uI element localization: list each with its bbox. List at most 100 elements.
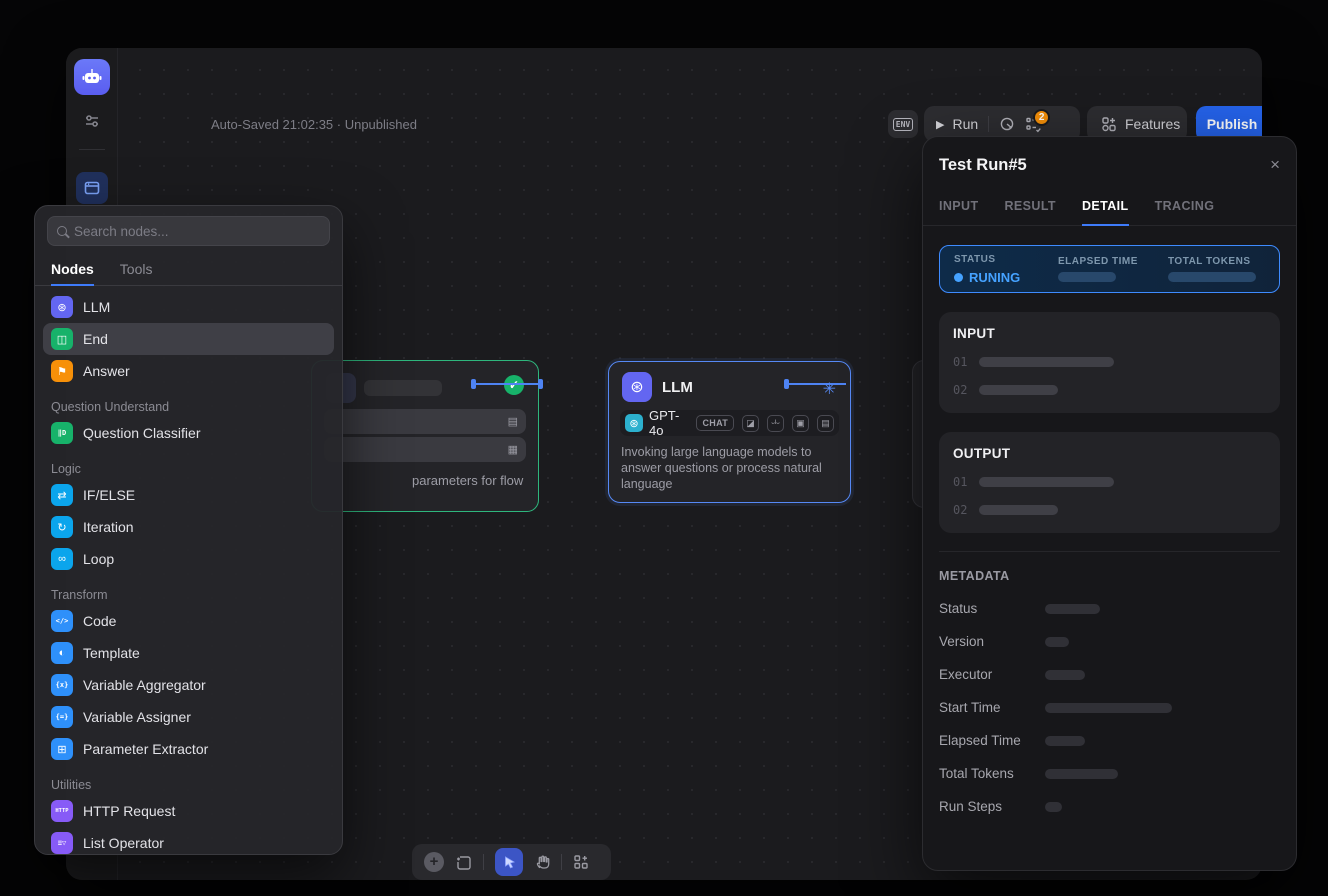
start-input-field[interactable]: ▦: [324, 437, 526, 462]
input-row: 02: [953, 383, 1266, 397]
workflow-settings-icon[interactable]: [84, 113, 100, 129]
audio-icon: ᵕᴵᵕ: [767, 415, 784, 432]
field-type-icon: ▤: [508, 415, 518, 428]
start-node-title-skeleton: [364, 380, 442, 396]
metadata-row: Elapsed Time: [923, 733, 1296, 748]
node-selector-panel: Nodes Tools ⊛ LLM ◫ End ⚑ Answer Questio…: [34, 205, 343, 855]
node-item-loop[interactable]: ∞ Loop: [43, 543, 334, 575]
template-icon: ◐: [51, 642, 73, 664]
env-button[interactable]: ENV: [888, 110, 918, 138]
success-check-icon: ✓: [504, 375, 524, 395]
divider: [988, 116, 989, 132]
value-skeleton: [1045, 703, 1172, 713]
search-icon: [57, 226, 67, 236]
publish-label: Publish: [1207, 116, 1258, 132]
vision-icon: ◪: [742, 415, 759, 432]
start-node-description: parameters for flow: [412, 472, 542, 489]
metadata-title: METADATA: [923, 552, 1296, 583]
run-panel-title: Test Run#5: [939, 156, 1027, 175]
status-value: RUNING: [954, 270, 1058, 285]
robot-icon: [81, 66, 103, 88]
features-icon: [1101, 116, 1117, 132]
screen: Auto-Saved 21:02:35 · Unpublished ENV ▶ …: [0, 0, 1328, 896]
metadata-row: Executor: [923, 667, 1296, 682]
node-item-llm[interactable]: ⊛ LLM: [43, 291, 334, 323]
cursor-icon: [502, 855, 517, 870]
node-item-http-request[interactable]: HTTP HTTP Request: [43, 795, 334, 827]
env-icon: ENV: [893, 118, 913, 131]
add-note-button[interactable]: [455, 854, 472, 871]
iteration-icon: ↻: [51, 516, 73, 538]
robot-app-icon[interactable]: [74, 59, 110, 95]
end-icon: ◫: [51, 328, 73, 350]
tab-input[interactable]: INPUT: [939, 191, 979, 225]
divider: [561, 854, 562, 870]
node-item-end[interactable]: ◫ End: [43, 323, 334, 355]
organize-nodes-button[interactable]: [573, 854, 589, 870]
node-item-iteration[interactable]: ↻ Iteration: [43, 511, 334, 543]
parameter-extractor-icon: ⊞: [51, 738, 73, 760]
search-input[interactable]: [74, 224, 320, 239]
preview-panel-icon[interactable]: [76, 172, 108, 204]
node-item-code[interactable]: </> Code: [43, 605, 334, 637]
node-item-parameter-extractor[interactable]: ⊞ Parameter Extractor: [43, 733, 334, 765]
edge-connector[interactable]: [471, 379, 476, 389]
metadata-row: Version: [923, 634, 1296, 649]
value-skeleton: [979, 505, 1058, 515]
variable-aggregator-icon: {x}: [51, 674, 73, 696]
section-transform: Transform: [35, 575, 342, 605]
tab-detail[interactable]: DETAIL: [1082, 191, 1129, 225]
llm-node-title: LLM: [662, 379, 693, 396]
hand-tool-button[interactable]: [534, 854, 550, 870]
node-item-template[interactable]: ◐ Template: [43, 637, 334, 669]
tab-tools[interactable]: Tools: [120, 255, 153, 285]
loop-icon: ∞: [51, 548, 73, 570]
node-item-if-else[interactable]: ⇄ IF/ELSE: [43, 479, 334, 511]
code-icon: </>: [51, 610, 73, 632]
edge-start-to-llm: [473, 383, 542, 385]
llm-icon: ⊛: [51, 296, 73, 318]
add-node-button[interactable]: +: [424, 852, 444, 872]
http-request-icon: HTTP: [51, 800, 73, 822]
start-input-field[interactable]: ▤: [324, 409, 526, 434]
node-item-answer[interactable]: ⚑ Answer: [43, 355, 334, 387]
running-spinner-icon: ✳: [823, 379, 836, 399]
rail-divider: [79, 149, 105, 150]
pointer-tool-button[interactable]: [495, 848, 523, 876]
total-tokens-label: TOTAL TOKENS: [1168, 256, 1265, 267]
edge-connector[interactable]: [784, 379, 789, 389]
value-skeleton: [1045, 670, 1085, 680]
run-panel-tabs: INPUT RESULT DETAIL TRACING: [923, 191, 1296, 226]
node-item-variable-aggregator[interactable]: {x} Variable Aggregator: [43, 669, 334, 701]
input-card-title: INPUT: [953, 326, 1266, 341]
llm-node-icon: ⊛: [622, 372, 652, 402]
node-item-variable-assigner[interactable]: {=} Variable Assigner: [43, 701, 334, 733]
input-row: 01: [953, 355, 1266, 369]
model-selector[interactable]: ⊛ GPT-4o CHAT ◪ ᵕᴵᵕ ▣ ▤: [620, 410, 839, 436]
node-search[interactable]: [47, 216, 330, 246]
autosave-status: Auto-Saved 21:02:35 · Unpublished: [211, 117, 417, 132]
run-button[interactable]: ▶ Run: [936, 116, 978, 132]
status-card: STATUS RUNING ELAPSED TIME TOTAL TOKENS: [939, 245, 1280, 293]
tab-result[interactable]: RESULT: [1005, 191, 1056, 225]
node-item-question-classifier[interactable]: ‖D Question Classifier: [43, 417, 334, 449]
question-classifier-icon: ‖D: [51, 422, 73, 444]
document-icon: ▤: [817, 415, 834, 432]
time-limit-icon[interactable]: [999, 116, 1015, 132]
play-icon: ▶: [936, 118, 944, 131]
total-tokens-skeleton: [1168, 272, 1256, 282]
node-panel-tabs: Nodes Tools: [35, 255, 342, 286]
value-skeleton: [979, 357, 1114, 367]
checklist-icon[interactable]: 2: [1025, 116, 1042, 133]
value-skeleton: [1045, 769, 1118, 779]
model-name: GPT-4o: [649, 408, 690, 438]
answer-icon: ⚑: [51, 360, 73, 382]
value-skeleton: [979, 477, 1114, 487]
edge-connector[interactable]: [538, 379, 543, 389]
tab-nodes[interactable]: Nodes: [51, 255, 94, 285]
edge-llm-to-end: [786, 383, 846, 385]
chat-mode-badge: CHAT: [696, 415, 734, 431]
node-item-list-operator[interactable]: ≡▽ List Operator: [43, 827, 334, 859]
tab-tracing[interactable]: TRACING: [1155, 191, 1215, 225]
close-icon[interactable]: ×: [1270, 155, 1280, 175]
